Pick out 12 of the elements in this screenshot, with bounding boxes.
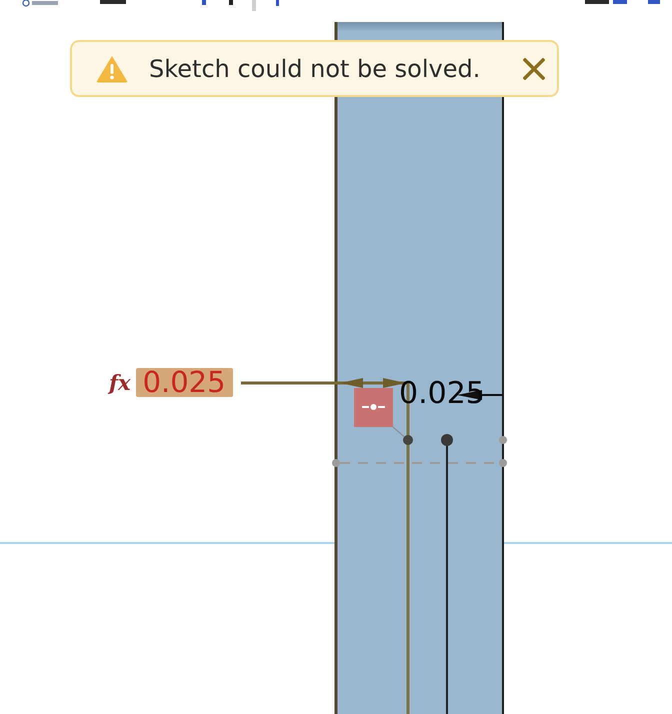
sketch-point[interactable] [441,434,453,446]
notification-message: Sketch could not be solved. [149,54,480,82]
warning-icon [96,54,128,82]
sketch-point[interactable] [403,435,413,445]
toolbar-icon[interactable] [585,0,629,4]
toolbar-icon[interactable] [22,0,60,7]
close-icon [523,58,545,80]
sketch-point[interactable] [332,459,340,467]
sketch-point[interactable] [499,436,507,444]
function-label: fx [109,372,131,394]
sketch-point[interactable] [499,459,507,467]
midpoint-constraint-icon[interactable] [354,388,393,427]
